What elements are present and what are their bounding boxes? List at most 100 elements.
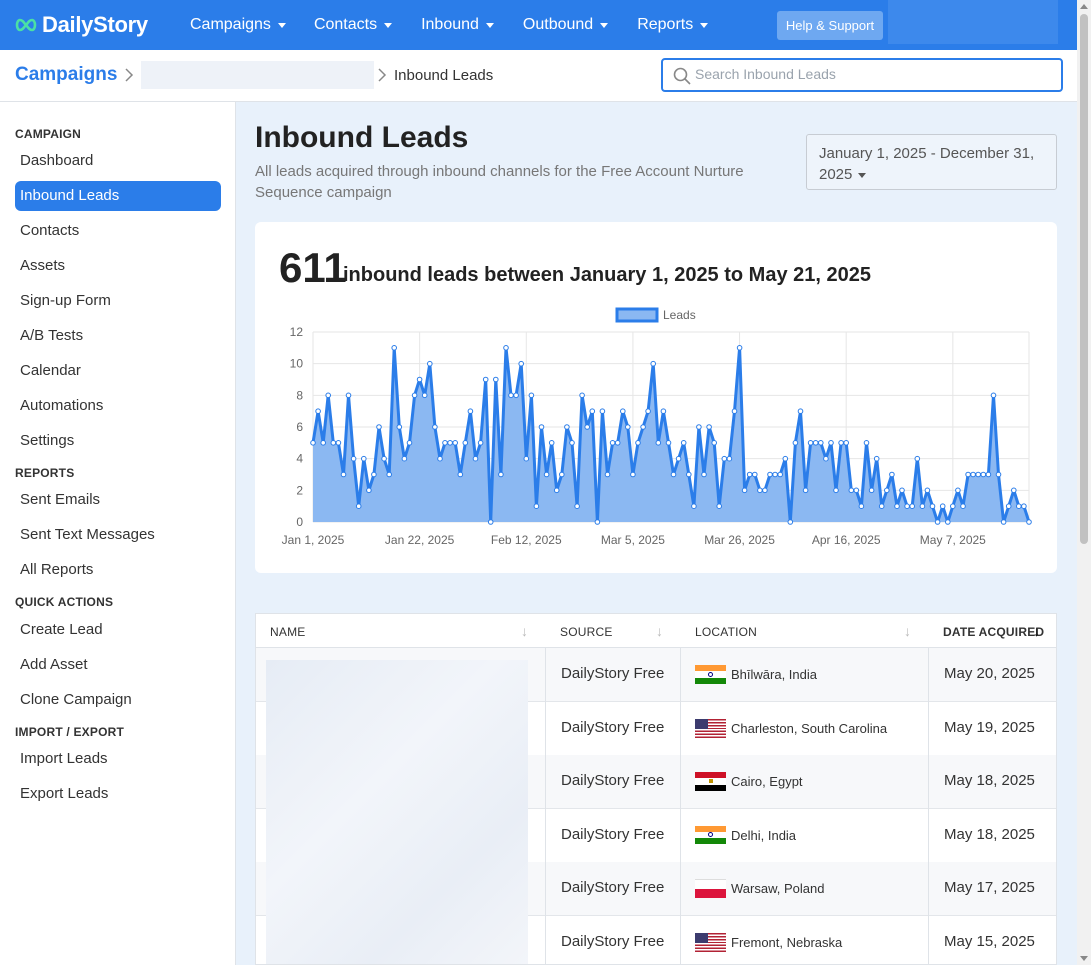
data-point	[650, 360, 657, 367]
nav-inbound[interactable]: Inbound	[421, 16, 494, 34]
data-point	[361, 455, 367, 462]
data-point	[884, 487, 890, 494]
column-header-location[interactable]: LOCATION	[695, 625, 757, 639]
nav-campaigns[interactable]: Campaigns	[190, 16, 286, 34]
logo[interactable]: DailyStory	[14, 12, 174, 38]
scroll-down-icon[interactable]	[1080, 956, 1088, 961]
caret-down-icon	[485, 22, 494, 28]
leads-table: NAME ↓ SOURCE ↓ LOCATION ↓ DATE ACQUIRED…	[255, 613, 1057, 965]
data-point	[929, 503, 936, 509]
sidebar-item-assets[interactable]: Assets	[15, 251, 221, 281]
data-point	[838, 440, 844, 446]
data-point	[340, 471, 347, 478]
sort-arrow-icon[interactable]: ↓	[521, 623, 528, 639]
date-range-button[interactable]: January 1, 2025 - December 31, 2025	[806, 134, 1057, 190]
data-point	[518, 360, 525, 367]
infinity-logo-icon	[15, 18, 37, 32]
sidebar-item-import-leads[interactable]: Import Leads	[15, 744, 221, 774]
nav-outbound[interactable]: Outbound	[522, 16, 609, 34]
sidebar-item-contacts[interactable]: Contacts	[15, 216, 221, 246]
data-point	[660, 408, 667, 414]
sidebar-item-ab-tests[interactable]: A/B Tests	[15, 321, 221, 351]
data-point	[548, 440, 555, 446]
source-cell: DailyStory Free	[561, 825, 665, 843]
data-point	[437, 455, 443, 462]
breadcrumb-campaigns-link[interactable]: Campaigns	[15, 64, 117, 86]
scrollbar[interactable]	[1077, 0, 1091, 965]
data-point	[523, 455, 530, 462]
sidebar-item-automations[interactable]: Automations	[15, 391, 221, 421]
sidebar-item-all-reports[interactable]: All Reports	[15, 555, 221, 585]
x-tick-label: Mar 26, 2025	[704, 533, 775, 547]
column-divider	[928, 648, 929, 964]
data-point	[970, 471, 976, 478]
sort-arrow-icon[interactable]: ↓	[904, 623, 911, 639]
data-point	[924, 487, 931, 494]
sidebar-item-sent-text-messages[interactable]: Sent Text Messages	[15, 520, 221, 550]
data-point	[721, 455, 728, 462]
data-point	[909, 503, 916, 509]
data-point	[366, 487, 372, 494]
chevron-right-icon	[125, 68, 134, 82]
column-header-date-acquired[interactable]: DATE ACQUIRED	[943, 625, 1044, 639]
sidebar-item-clone-campaign[interactable]: Clone Campaign	[15, 685, 221, 715]
source-cell: DailyStory Free	[561, 879, 665, 896]
data-point	[792, 440, 799, 446]
sidebar-item-sent-emails[interactable]: Sent Emails	[15, 485, 221, 515]
sidebar-item-signup-form[interactable]: Sign-up Form	[15, 286, 221, 316]
sidebar-item-settings[interactable]: Settings	[15, 426, 221, 456]
data-point	[772, 471, 778, 478]
date-range-label: January 1, 2025 - December 31, 2025	[819, 145, 1035, 183]
source-cell: DailyStory Free	[561, 718, 665, 736]
y-tick-label: 2	[296, 483, 303, 497]
legend-swatch	[615, 307, 659, 323]
source-cell: DailyStory Free	[561, 665, 665, 682]
x-tick-label: Feb 12, 2025	[491, 533, 562, 547]
sort-arrow-icon[interactable]: ↓	[656, 623, 663, 639]
data-point	[711, 440, 718, 446]
data-point	[574, 503, 580, 509]
sidebar-item-inbound-leads[interactable]: Inbound Leads	[15, 181, 221, 211]
data-point	[1016, 503, 1022, 509]
location-cell: Fremont, Nebraska	[731, 934, 843, 950]
help-support-button[interactable]: Help & Support	[777, 11, 883, 40]
data-point	[731, 408, 738, 414]
nav-label: Outbound	[522, 16, 594, 33]
data-point	[452, 440, 458, 446]
sidebar-item-add-asset[interactable]: Add Asset	[15, 650, 221, 680]
data-point	[975, 471, 982, 478]
data-point	[482, 376, 489, 383]
location-cell: Cairo, Egypt	[731, 774, 803, 789]
data-point	[746, 471, 753, 478]
data-point	[802, 487, 809, 494]
data-point	[396, 424, 403, 430]
data-point	[833, 487, 839, 494]
column-header-name[interactable]: NAME	[270, 625, 305, 639]
data-point	[655, 440, 662, 446]
nav-contacts[interactable]: Contacts	[314, 16, 393, 34]
column-divider	[680, 648, 681, 964]
sort-arrow-icon[interactable]: ↓	[1033, 623, 1040, 639]
search-input[interactable]	[695, 66, 1045, 82]
data-point	[508, 392, 514, 399]
scroll-up-icon[interactable]	[1080, 4, 1088, 9]
user-menu[interactable]	[888, 0, 1058, 44]
data-point	[777, 471, 784, 478]
search-box[interactable]	[661, 58, 1063, 92]
sidebar-item-create-lead[interactable]: Create Lead	[15, 615, 221, 645]
data-point	[427, 360, 433, 367]
data-point	[894, 503, 900, 509]
scroll-thumb[interactable]	[1080, 14, 1088, 544]
location-cell: Delhi, India	[731, 827, 797, 843]
nav-reports[interactable]: Reports	[637, 16, 709, 34]
sidebar-item-calendar[interactable]: Calendar	[15, 356, 221, 386]
sidebar-section-title: QUICK ACTIONS	[15, 595, 114, 609]
caret-down-icon	[858, 172, 867, 178]
sidebar-item-export-leads[interactable]: Export Leads	[15, 779, 221, 809]
breadcrumb-campaign-name[interactable]	[141, 61, 374, 89]
column-header-source[interactable]: SOURCE	[560, 625, 613, 639]
sidebar-item-dashboard[interactable]: Dashboard	[15, 146, 221, 176]
data-point	[868, 487, 875, 494]
data-point	[1026, 519, 1032, 525]
data-point	[767, 471, 773, 478]
